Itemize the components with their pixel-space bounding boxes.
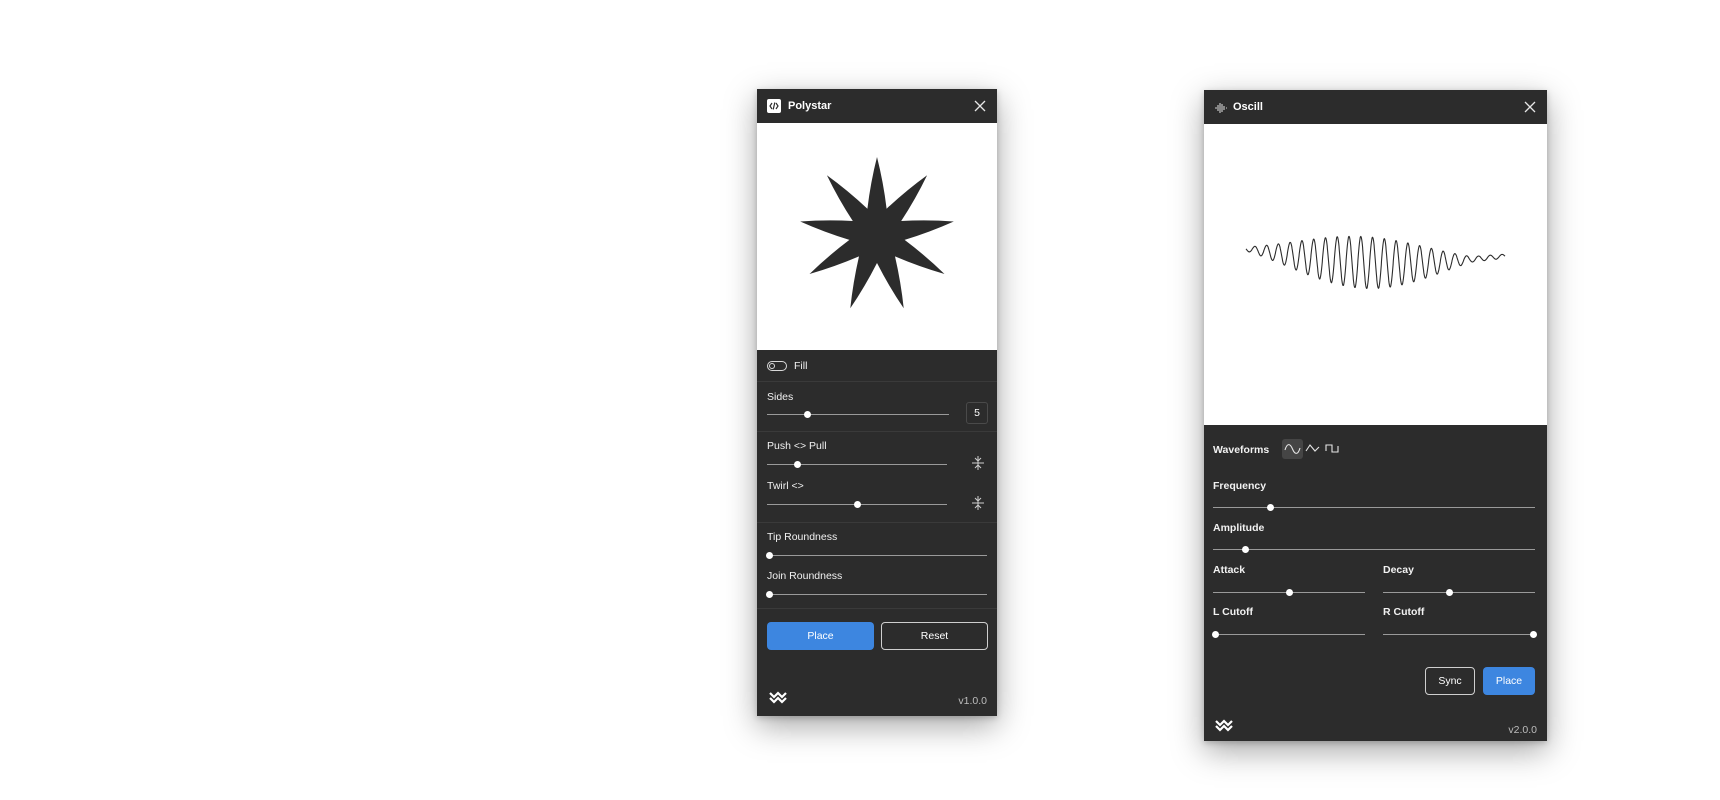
push-pull-label: Push <> Pull: [767, 440, 827, 452]
sides-label: Sides: [767, 391, 794, 403]
divider: [757, 608, 997, 609]
r-cutoff-slider-track[interactable]: [1383, 634, 1533, 635]
close-icon[interactable]: [973, 99, 987, 113]
tip-roundness-label: Tip Roundness: [767, 531, 838, 543]
place-button[interactable]: Place: [767, 622, 874, 650]
twirl-label: Twirl <>: [767, 480, 804, 492]
sine-wave-icon[interactable]: [1282, 439, 1303, 459]
l-cutoff-slider-track[interactable]: [1215, 634, 1365, 635]
brand-logo-icon: [769, 690, 787, 704]
oscill-panel: Oscill Waveforms Frequency Amplitude Att…: [1204, 90, 1547, 741]
triangle-wave-icon[interactable]: [1304, 439, 1322, 459]
star-shape-preview: [800, 157, 954, 309]
join-roundness-slider-thumb[interactable]: [765, 591, 773, 598]
fill-toggle[interactable]: [767, 361, 787, 371]
tip-roundness-slider-thumb[interactable]: [765, 552, 773, 559]
oscill-preview: [1204, 124, 1547, 425]
divider: [757, 381, 997, 382]
amplitude-label: Amplitude: [1213, 522, 1265, 534]
r-cutoff-slider-thumb[interactable]: [1529, 631, 1537, 638]
frequency-slider-thumb[interactable]: [1267, 504, 1275, 511]
l-cutoff-slider-thumb[interactable]: [1211, 631, 1219, 638]
twirl-slider-thumb[interactable]: [853, 501, 861, 508]
version-label: v1.0.0: [958, 695, 987, 707]
r-cutoff-label: R Cutoff: [1383, 606, 1425, 618]
tip-roundness-slider-track[interactable]: [769, 555, 987, 556]
decay-slider-thumb[interactable]: [1446, 589, 1454, 596]
center-reset-icon[interactable]: [971, 455, 985, 471]
amplitude-slider-track[interactable]: [1213, 549, 1535, 550]
polystar-title: Polystar: [788, 100, 832, 112]
sides-value: 5: [974, 407, 980, 419]
divider: [757, 522, 997, 523]
brand-logo-icon: [1215, 718, 1233, 732]
decay-slider-track[interactable]: [1383, 592, 1535, 593]
push-pull-slider-thumb[interactable]: [794, 461, 802, 468]
frequency-slider-track[interactable]: [1213, 507, 1535, 508]
l-cutoff-label: L Cutoff: [1213, 606, 1254, 618]
join-roundness-label: Join Roundness: [767, 570, 843, 582]
sides-value-field[interactable]: 5: [966, 402, 988, 424]
version-label: v2.0.0: [1508, 724, 1537, 736]
attack-label: Attack: [1213, 564, 1246, 576]
fill-toggle-knob: [769, 363, 775, 369]
waveform-preview: [1245, 235, 1506, 290]
divider: [757, 431, 997, 432]
join-roundness-slider-track[interactable]: [769, 594, 987, 595]
center-reset-icon[interactable]: [971, 495, 985, 511]
close-icon[interactable]: [1523, 100, 1537, 114]
reset-button[interactable]: Reset: [881, 622, 988, 650]
polystar-panel: Polystar Fill Sides 5 Push <> Pull Twirl…: [757, 89, 997, 716]
oscill-titlebar: Oscill: [1204, 90, 1547, 124]
oscill-title: Oscill: [1233, 101, 1263, 113]
sides-slider-thumb[interactable]: [803, 411, 811, 418]
amplitude-slider-thumb[interactable]: [1241, 546, 1249, 553]
decay-label: Decay: [1383, 564, 1414, 576]
attack-slider-thumb[interactable]: [1285, 589, 1293, 596]
waveform-logo-icon: [1214, 101, 1228, 113]
sync-button[interactable]: Sync: [1425, 667, 1475, 695]
square-wave-icon[interactable]: [1324, 439, 1342, 459]
waveforms-label: Waveforms: [1213, 444, 1270, 456]
fill-label: Fill: [794, 360, 808, 372]
sides-slider-track[interactable]: [767, 414, 949, 415]
polystar-titlebar: Polystar: [757, 89, 997, 123]
polystar-logo-icon: [767, 99, 781, 113]
place-button[interactable]: Place: [1483, 667, 1535, 695]
frequency-label: Frequency: [1213, 480, 1267, 492]
polystar-preview: [757, 123, 997, 350]
